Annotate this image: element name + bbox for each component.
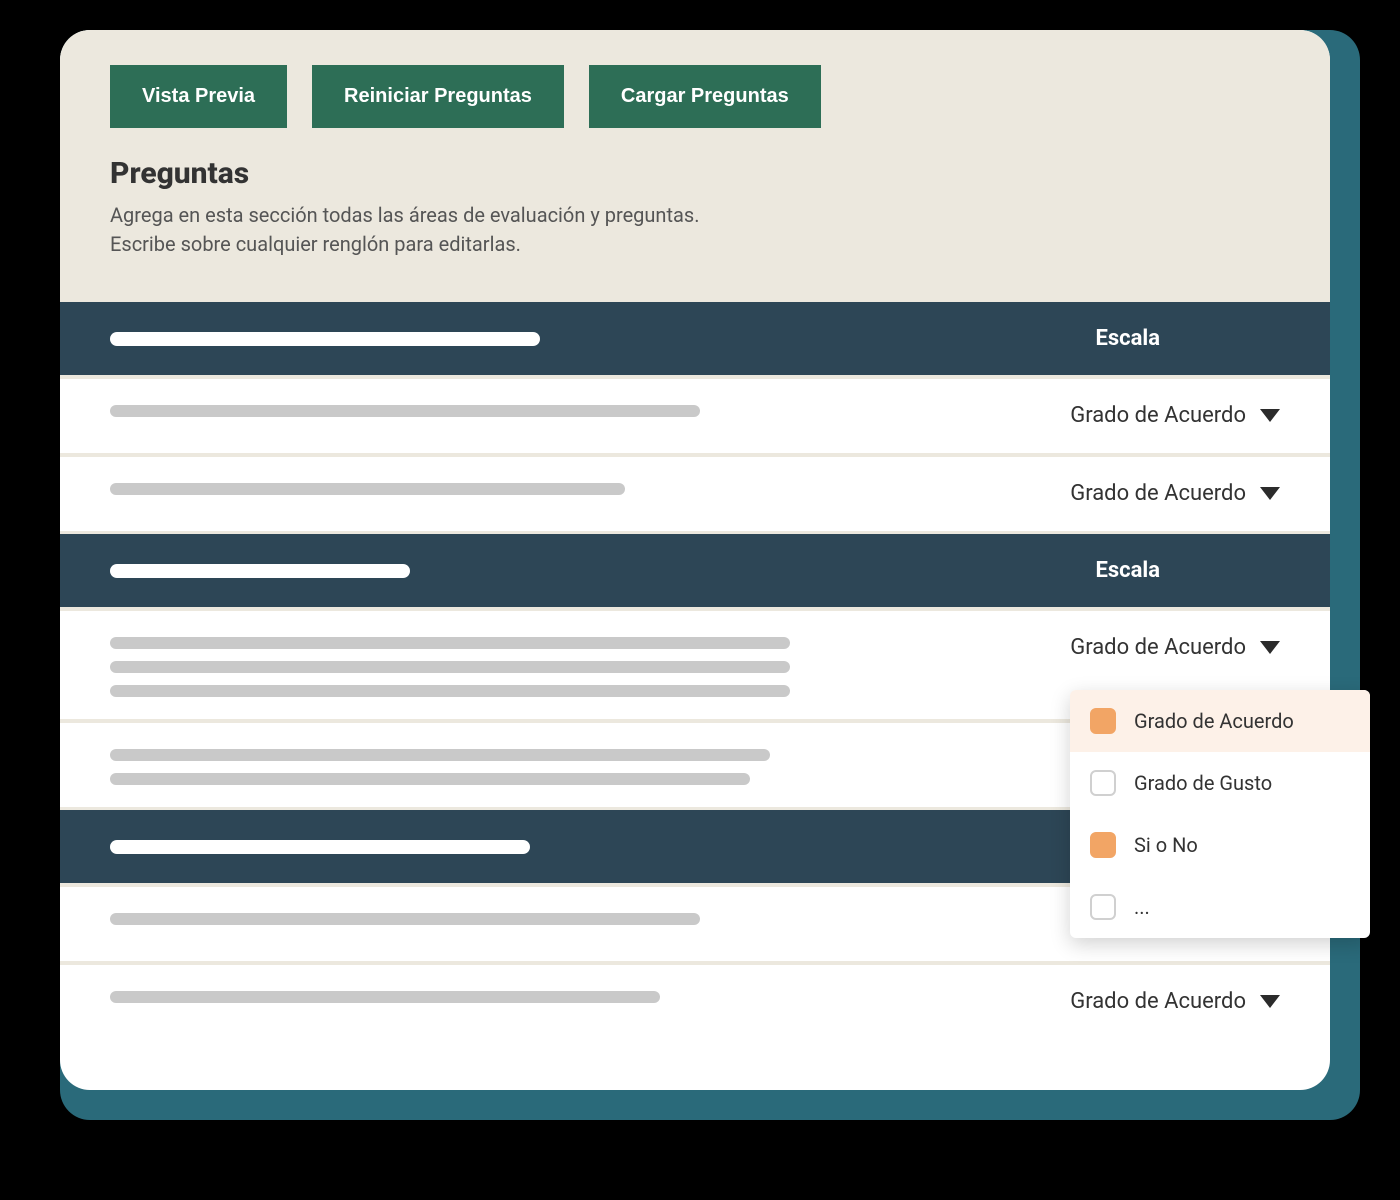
area-header[interactable]: Escala [60,299,1330,375]
scale-select-value: Grado de Acuerdo [1070,481,1246,506]
scale-option-label: Grado de Gusto [1134,771,1272,795]
scale-dropdown-menu: Grado de Acuerdo Grado de Gusto Si o No … [1070,690,1370,938]
question-text-placeholder[interactable] [110,633,850,697]
question-text-placeholder[interactable] [110,401,850,417]
question-text-placeholder[interactable] [110,987,850,1003]
area-title-placeholder[interactable] [110,332,540,346]
checkbox-icon [1090,770,1116,796]
checkbox-icon [1090,708,1116,734]
scale-column-header: Escala [1095,558,1280,583]
question-text-placeholder[interactable] [110,745,850,785]
scale-column-header: Escala [1095,326,1280,351]
checkbox-icon [1090,894,1116,920]
scale-select[interactable]: Grado de Acuerdo [1070,633,1280,660]
area-header[interactable]: Escala [60,531,1330,607]
scale-select-value: Grado de Acuerdo [1070,403,1246,428]
chevron-down-icon [1260,641,1280,654]
question-row[interactable]: Grado de Acuerdo [60,961,1330,1039]
scale-select[interactable]: Grado de Acuerdo [1070,401,1280,428]
scale-select[interactable]: Grado de Acuerdo [1070,987,1280,1014]
question-text-placeholder[interactable] [110,909,850,925]
scale-select-value: Grado de Acuerdo [1070,635,1246,660]
area-title-placeholder[interactable] [110,840,530,854]
scale-option[interactable]: Grado de Acuerdo [1070,690,1370,752]
reset-questions-button[interactable]: Reiniciar Preguntas [312,65,564,128]
scale-option-label: Grado de Acuerdo [1134,709,1294,733]
checkbox-icon [1090,832,1116,858]
scale-option[interactable]: Grado de Gusto [1070,752,1370,814]
scale-option[interactable]: ... [1070,876,1370,938]
toolbar: Vista Previa Reiniciar Preguntas Cargar … [110,65,1280,128]
scale-option[interactable]: Si o No [1070,814,1370,876]
scale-select[interactable]: Grado de Acuerdo [1070,479,1280,506]
section-description: Agrega en esta sección todas las áreas d… [110,201,1280,259]
question-row[interactable]: Grado de Acuerdo [60,453,1330,531]
card-backdrop: Vista Previa Reiniciar Preguntas Cargar … [60,30,1360,1120]
load-questions-button[interactable]: Cargar Preguntas [589,65,821,128]
scale-option-label: ... [1134,895,1150,919]
chevron-down-icon [1260,409,1280,422]
chevron-down-icon [1260,995,1280,1008]
preview-button[interactable]: Vista Previa [110,65,287,128]
question-row[interactable]: Grado de Acuerdo [60,375,1330,453]
question-text-placeholder[interactable] [110,479,850,495]
header-area: Vista Previa Reiniciar Preguntas Cargar … [60,30,1330,299]
area-title-placeholder[interactable] [110,564,410,578]
chevron-down-icon [1260,487,1280,500]
scale-option-label: Si o No [1134,833,1198,857]
scale-select-value: Grado de Acuerdo [1070,989,1246,1014]
section-title: Preguntas [110,156,1280,191]
